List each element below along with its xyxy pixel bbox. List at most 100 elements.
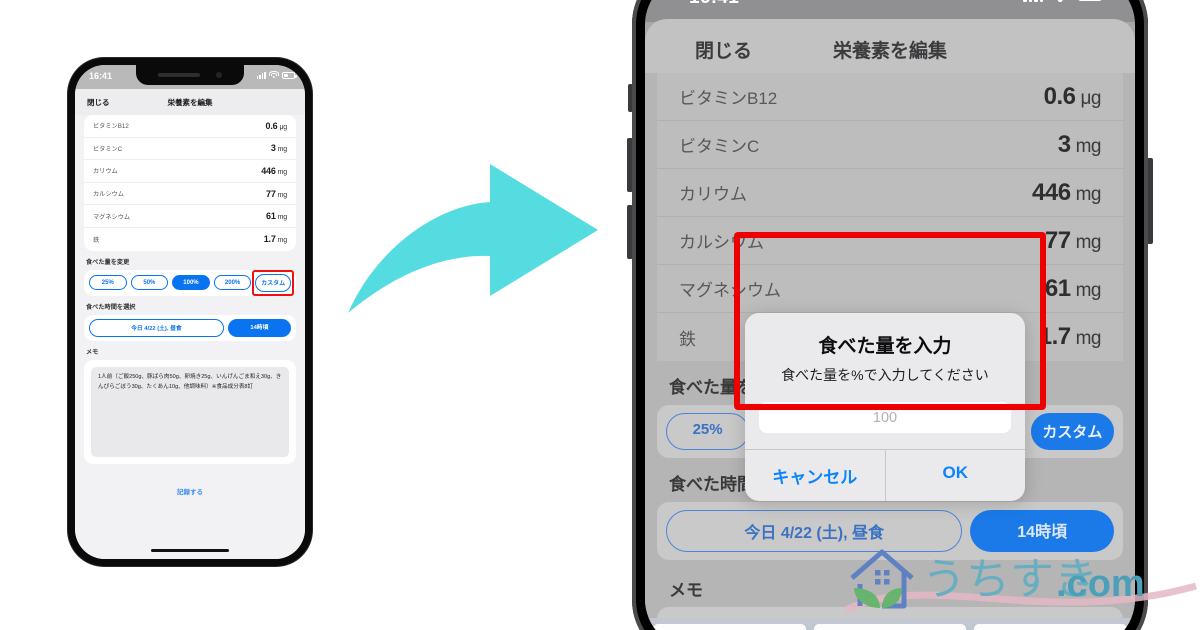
nutrient-unit: mg [277,146,288,154]
time-section-label: 食べた時間を選択 [86,303,136,311]
table-row[interactable]: カリウム 446 mg [657,169,1123,217]
table-row[interactable]: ビタミンB12 0.6 μg [657,73,1123,121]
nutrient-unit: mg [1075,183,1102,205]
memo-text: 1人前（ご飯250g、豚ばら肉50g、卵焼き25g、いんげんごま和え30g、きん… [98,373,282,390]
table-row[interactable]: マグネシウム 61 mg [84,205,296,228]
close-button[interactable]: 閉じる [87,97,110,108]
amount-option-25[interactable]: 25% [666,413,750,450]
table-row[interactable]: 鉄 1.7 mg [84,228,296,251]
time-picker-button[interactable]: 14時頃 [227,318,291,337]
table-row[interactable]: カルシウム 77 mg [84,183,296,206]
wifi-icon [269,71,279,79]
nutrient-value: 446 mg [1032,178,1102,206]
nutrient-value: 61 mg [1044,274,1102,302]
page-title: 栄養素を編集 [832,41,948,62]
nutrient-unit: mg [1075,135,1102,157]
nutrient-value: 3 mg [270,143,288,154]
nutrient-value: 77 mg [266,188,288,199]
wifi-icon [1050,0,1070,2]
nutrient-name: 鉄 [93,236,100,244]
status-icons [256,71,297,79]
notch [136,65,244,85]
nutrient-value: 1.7 mg [263,234,288,245]
table-row[interactable]: ビタミンB12 0.6 μg [84,115,296,138]
left-content: ビタミンB12 0.6 μg ビタミンC 3 mg カリウム 446 mg カルシウム… [75,115,305,559]
nutrient-value: 61 mg [266,211,288,222]
nutrient-name: ビタミンB12 [679,89,778,108]
dialog-actions: キャンセル OK [745,449,1025,501]
cancel-button[interactable]: キャンセル [745,450,886,501]
table-row[interactable]: カリウム 446 mg [84,160,296,183]
cellular-bars-icon [1023,0,1043,2]
nutrient-name: マグネシウム [679,281,781,300]
nutrient-value: 77 mg [1044,226,1102,254]
amount-option-custom[interactable]: カスタム [255,273,291,292]
memo-card: 1人前（ご飯250g、豚ばら肉50g、卵焼き25g、いんげんごま和え30g、きん… [84,359,296,464]
amount-option-200[interactable]: 200% [213,275,252,291]
nutrient-list: ビタミンB12 0.6 μg ビタミンC 3 mg カリウム 446 mg カルシウム… [84,115,296,251]
nutrient-name: 鉄 [679,329,696,349]
nutrient-name: ビタミンC [679,137,760,156]
watermark-logo: うちすき .com [844,549,1197,614]
record-button[interactable]: 記録する [84,486,296,496]
watermark-suffix: .com [1056,563,1145,605]
nutrient-name: マグネシウム [93,213,131,221]
battery-icon [1077,0,1103,1]
amount-option-custom[interactable]: カスタム [1030,413,1115,450]
amount-option-100[interactable]: 100% [172,275,210,291]
cellular-bars-icon [256,71,266,79]
time-options-row: 今日 4/22 (土), 昼食 14時頃 [84,314,296,341]
amount-option-custom-wrap: カスタム [252,269,294,296]
amount-options-row: 25% 50% 100% 200% カスタム [84,269,296,296]
nutrient-unit: mg [277,214,288,222]
date-picker-button[interactable]: 今日 4/22 (土), 昼食 [89,318,224,337]
amount-input[interactable]: 100 [759,402,1011,433]
nutrient-value: 0.6 μg [1043,82,1102,110]
amount-input-placeholder: 100 [872,409,898,426]
nutrient-unit: mg [277,237,288,245]
status-icons [1023,0,1103,2]
nutrient-name: ビタミンB12 [93,123,129,131]
nutrient-name: カルシウム [93,191,124,199]
screenshot-canvas: 16:41 閉じる 栄養素を編集 ビタミンB12 0.6 μg ビタミンC 3 … [0,0,1200,630]
speaker-grille-icon [158,73,200,77]
status-time: 16:41 [89,71,113,81]
table-row[interactable]: ビタミンC 3 mg [84,138,296,161]
memo-input[interactable]: 1人前（ご飯250g、豚ばら肉50g、卵焼き25g、いんげんごま和え30g、きん… [91,366,289,457]
amount-option-25[interactable]: 25% [89,275,127,291]
table-row[interactable]: マグネシウム 61 mg [657,265,1123,313]
phone-left-screen: 16:41 閉じる 栄養素を編集 ビタミンB12 0.6 μg ビタミンC 3 … [75,65,305,559]
key-1[interactable]: 1 [653,624,806,630]
table-row[interactable]: ビタミンC 3 mg [657,121,1123,169]
front-camera-icon [216,72,222,78]
memo-section-label: メモ [86,348,99,356]
nutrient-value: 0.6 μg [265,120,288,131]
left-nav-bar: 閉じる 栄養素を編集 [75,89,305,115]
ok-button[interactable]: OK [886,450,1026,501]
nutrient-name: カルシウム [679,233,764,252]
amount-section-label: 食べた量を変更 [86,258,130,266]
right-nav-bar: 閉じる 栄養素を編集 [645,19,1135,73]
page-title: 栄養素を編集 [167,98,213,107]
nutrient-unit: μg [1080,87,1101,109]
nutrient-unit: mg [277,168,288,176]
input-amount-dialog: 食べた量を入力 食べた量を%で入力してください 100 キャンセル OK [745,313,1025,501]
close-button[interactable]: 閉じる [695,36,752,63]
dialog-title: 食べた量を入力 [818,336,952,357]
table-row[interactable]: カルシウム 77 mg [657,217,1123,265]
nutrient-name: カリウム [93,168,118,176]
nutrient-value: 3 mg [1057,130,1102,158]
dialog-message: 食べた量を%で入力してください [781,367,989,383]
nutrient-name: ビタミンC [93,145,123,153]
amount-option-50[interactable]: 50% [130,275,169,291]
nutrient-value: 446 mg [261,165,288,176]
nutrient-unit: mg [1075,279,1102,301]
nutrient-unit: mg [277,191,288,199]
status-time: 16:41 [689,0,739,9]
phone-left-device: 16:41 閉じる 栄養素を編集 ビタミンB12 0.6 μg ビタミンC 3 … [68,58,312,566]
nutrient-name: カリウム [679,185,747,204]
nutrient-unit: μg [279,123,287,131]
nutrient-unit: mg [1075,328,1102,349]
battery-icon [282,71,297,79]
nutrient-unit: mg [1075,231,1102,253]
